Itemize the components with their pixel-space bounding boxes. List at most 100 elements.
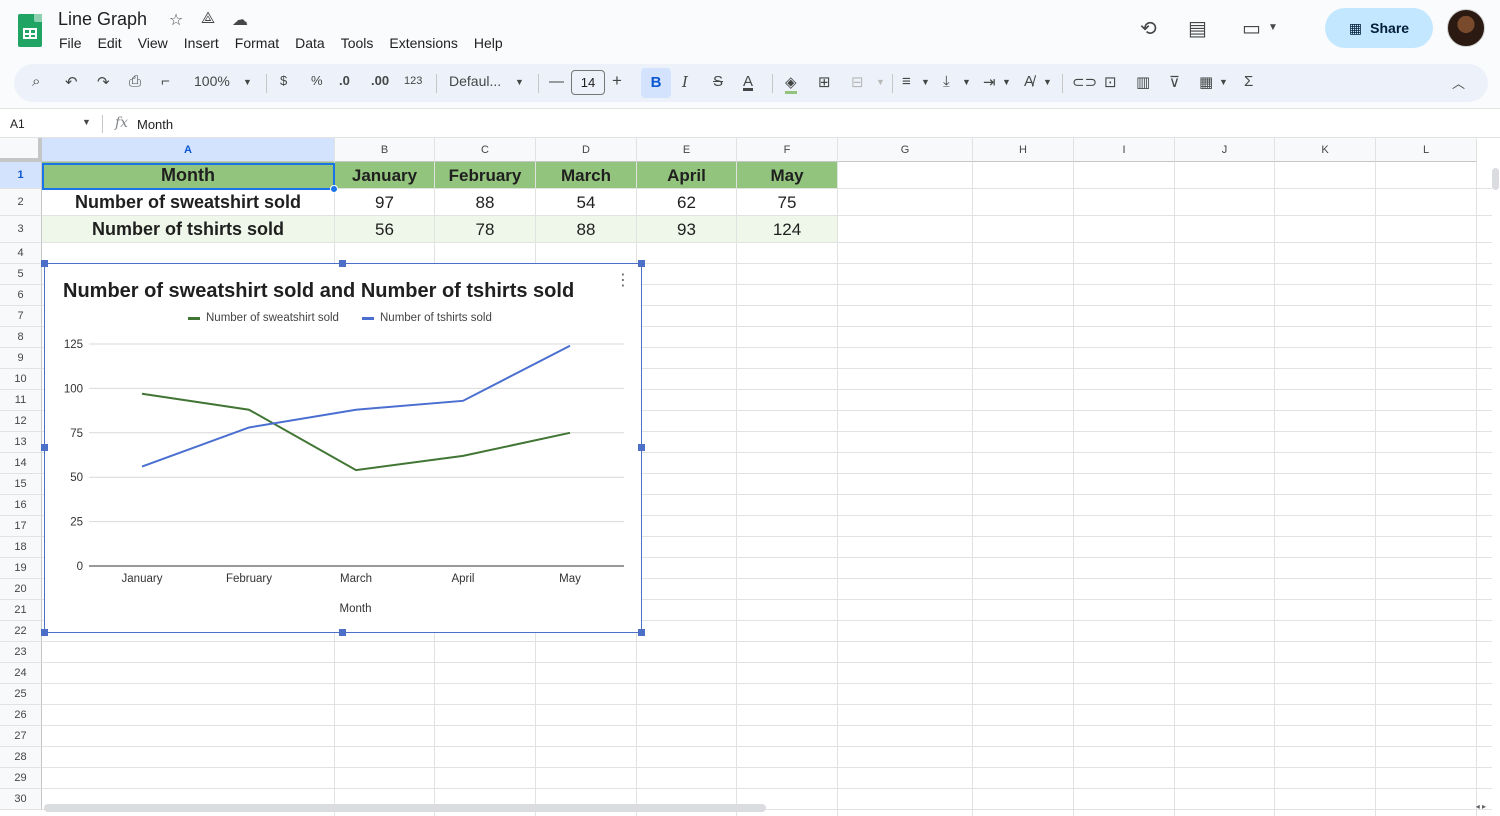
version-history-icon[interactable]: ⟲ — [1140, 16, 1157, 41]
row-header-25[interactable]: 25 — [0, 684, 42, 705]
meet-dropdown-chevron-icon[interactable]: ▼ — [1268, 22, 1278, 33]
document-title[interactable]: Line Graph — [58, 9, 147, 30]
chart-resize-handle-b[interactable] — [339, 629, 346, 636]
filter-views-chevron-icon[interactable]: ▼ — [1219, 77, 1228, 87]
cell-e1[interactable]: April — [637, 162, 737, 189]
line-chart[interactable]: 0 25 50 75 100 125 January February March April Ma… — [44, 263, 642, 633]
cell-a1[interactable]: Month — [42, 162, 335, 189]
horizontal-align-icon[interactable]: ≡ — [902, 73, 911, 90]
menu-file[interactable]: File — [59, 35, 82, 51]
row-header-27[interactable]: 27 — [0, 726, 42, 747]
fill-color-icon[interactable]: ◈ — [785, 73, 797, 94]
row-header-26[interactable]: 26 — [0, 705, 42, 726]
cell-f2[interactable]: 75 — [737, 189, 838, 216]
redo-icon[interactable]: ↷ — [97, 73, 110, 91]
merge-chevron-icon[interactable]: ▼ — [876, 77, 885, 87]
insert-comment-icon[interactable]: ⊡ — [1104, 73, 1117, 91]
move-to-drive-icon[interactable]: ⟁ — [197, 10, 219, 30]
select-all-corner[interactable] — [0, 138, 42, 162]
row-header-20[interactable]: 20 — [0, 579, 42, 600]
chart-more-options-icon[interactable]: ⋮ — [615, 270, 631, 290]
row-header-5[interactable]: 5 — [0, 264, 42, 285]
row-header-28[interactable]: 28 — [0, 747, 42, 768]
insert-link-icon[interactable]: ⊂⊃ — [1072, 73, 1097, 91]
menu-format[interactable]: Format — [235, 35, 279, 51]
vertical-align-icon[interactable]: ⤓ — [943, 73, 950, 90]
chart-resize-handle-bl[interactable] — [41, 629, 48, 636]
sheet-grid[interactable]: ABCDEFGHIJKL 1 2 3 4 5 6 7 8 9 10 11 12 13 14 15 16 17 18… — [0, 138, 1500, 816]
percent-format-button[interactable]: % — [311, 73, 323, 88]
chart-resize-handle-t[interactable] — [339, 260, 346, 267]
column-header-g[interactable]: G — [838, 138, 973, 162]
cell-a3[interactable]: Number of tshirts sold — [42, 216, 335, 243]
row-header-17[interactable]: 17 — [0, 516, 42, 537]
increase-font-size-icon[interactable]: + — [612, 71, 622, 91]
cell-d3[interactable]: 88 — [536, 216, 637, 243]
comments-icon[interactable]: ▤ — [1188, 16, 1207, 41]
name-box[interactable]: A1 — [10, 117, 25, 131]
cell-d1[interactable]: March — [536, 162, 637, 189]
column-header-b[interactable]: B — [335, 138, 435, 162]
row-header-8[interactable]: 8 — [0, 327, 42, 348]
functions-button[interactable]: Σ — [1244, 73, 1253, 90]
menu-view[interactable]: View — [138, 35, 168, 51]
row-header-30[interactable]: 30 — [0, 789, 42, 810]
font-family-chevron-icon[interactable]: ▼ — [515, 77, 524, 87]
hide-menus-chevron-icon[interactable]: ︿ — [1452, 73, 1465, 92]
cell-f3[interactable]: 124 — [737, 216, 838, 243]
column-header-k[interactable]: K — [1275, 138, 1376, 162]
column-header-e[interactable]: E — [637, 138, 737, 162]
row-header-18[interactable]: 18 — [0, 537, 42, 558]
strikethrough-button[interactable]: S — [713, 73, 723, 90]
column-header-i[interactable]: I — [1074, 138, 1175, 162]
horizontal-scrollbar[interactable] — [44, 804, 766, 812]
cell-c2[interactable]: 88 — [435, 189, 536, 216]
search-menus-icon[interactable]: ⌕ — [32, 73, 40, 90]
scroll-arrows-icon[interactable]: ◂ ▸ — [1476, 802, 1486, 811]
chart-resize-handle-tr[interactable] — [638, 260, 645, 267]
row-header-16[interactable]: 16 — [0, 495, 42, 516]
zoom-select[interactable]: 100% — [194, 73, 230, 89]
share-button[interactable]: ▦ Share — [1325, 8, 1433, 48]
cell-c3[interactable]: 78 — [435, 216, 536, 243]
row-header-9[interactable]: 9 — [0, 348, 42, 369]
menu-tools[interactable]: Tools — [341, 35, 374, 51]
decrease-decimal-button[interactable]: .0 — [339, 73, 350, 88]
font-family-select[interactable]: Defaul... — [449, 73, 501, 89]
print-icon[interactable]: ⎙ — [129, 73, 141, 90]
cell-a2[interactable]: Number of sweatshirt sold — [42, 189, 335, 216]
star-icon[interactable]: ☆ — [165, 10, 187, 30]
vertical-scrollbar[interactable] — [1492, 168, 1499, 190]
more-formats-button[interactable]: 123 — [404, 75, 422, 87]
row-header-21[interactable]: 21 — [0, 600, 42, 621]
create-filter-icon[interactable]: ⊽ — [1169, 73, 1180, 91]
cell-b1[interactable]: January — [335, 162, 435, 189]
vertical-align-chevron-icon[interactable]: ▼ — [962, 77, 971, 87]
increase-decimal-button[interactable]: .00 — [371, 73, 389, 88]
column-header-f[interactable]: F — [737, 138, 838, 162]
text-wrapping-icon[interactable]: ⇥ — [983, 73, 996, 91]
chart-resize-handle-br[interactable] — [638, 629, 645, 636]
column-header-l[interactable]: L — [1376, 138, 1477, 162]
row-header-11[interactable]: 11 — [0, 390, 42, 411]
menu-help[interactable]: Help — [474, 35, 503, 51]
cloud-saved-icon[interactable]: ☁ — [229, 10, 251, 30]
row-header-12[interactable]: 12 — [0, 411, 42, 432]
cell-e2[interactable]: 62 — [637, 189, 737, 216]
merge-cells-icon[interactable]: ⊟ — [851, 73, 864, 91]
row-header-1[interactable]: 1 — [0, 162, 42, 189]
bold-button[interactable]: B — [641, 68, 671, 98]
cell-b3[interactable]: 56 — [335, 216, 435, 243]
cell-e3[interactable]: 93 — [637, 216, 737, 243]
text-rotation-icon[interactable]: A̸ — [1024, 73, 1034, 90]
row-header-13[interactable]: 13 — [0, 432, 42, 453]
text-wrapping-chevron-icon[interactable]: ▼ — [1002, 77, 1011, 87]
horizontal-align-chevron-icon[interactable]: ▼ — [921, 77, 930, 87]
menu-data[interactable]: Data — [295, 35, 325, 51]
column-header-j[interactable]: J — [1175, 138, 1275, 162]
borders-icon[interactable]: ⊞ — [818, 73, 831, 91]
user-avatar[interactable] — [1447, 9, 1485, 47]
menu-insert[interactable]: Insert — [184, 35, 219, 51]
menu-extensions[interactable]: Extensions — [389, 35, 457, 51]
row-header-29[interactable]: 29 — [0, 768, 42, 789]
